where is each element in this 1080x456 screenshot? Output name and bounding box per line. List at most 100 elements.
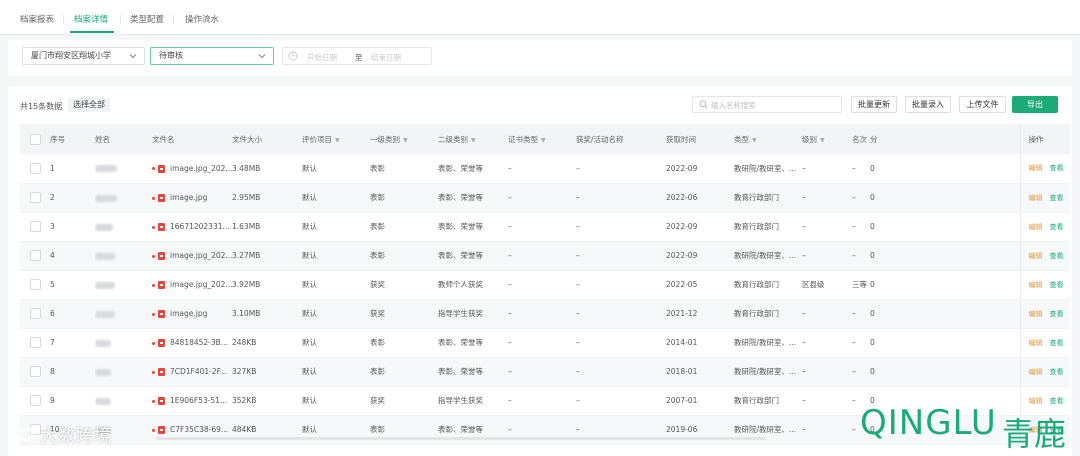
file-name: image.jpg_202... <box>170 251 232 260</box>
tab-type-config[interactable]: 类型配置 <box>130 13 164 25</box>
cell-item: 默认 <box>302 183 370 213</box>
cell-file[interactable]: image.jpg_202... <box>152 241 232 271</box>
cell-file[interactable]: 16671202331... <box>152 212 232 242</box>
table-row[interactable]: 2 image.jpg 2.95MB 默认 表彰 表彰、荣誉等 – – 2022… <box>20 183 1070 213</box>
col-header-actions: 操作 <box>1019 124 1070 154</box>
cell-score: 0 <box>870 299 1020 329</box>
row-action-view[interactable]: 查看 <box>1050 310 1064 318</box>
row-action-edit[interactable]: 编辑 <box>1029 397 1043 405</box>
cell-score: 0 <box>870 357 1020 387</box>
upload-file-button[interactable]: 上传文件 <box>959 96 1006 113</box>
row-action-edit[interactable]: 编辑 <box>1029 252 1043 260</box>
tab-archive-report[interactable]: 档案报表 <box>20 13 54 25</box>
table-row[interactable]: 5 image.jpg_202... 3.92MB 默认 获奖 教师个人获奖 –… <box>20 270 1070 300</box>
cell-rank: – <box>852 154 870 184</box>
cell-file[interactable]: image.jpg_202... <box>152 270 232 300</box>
cell-cat1: 获奖 <box>370 270 438 300</box>
col-header-sortable[interactable]: 评价项目 ▼ <box>302 124 370 154</box>
row-action-view[interactable]: 查看 <box>1050 252 1064 260</box>
search-input[interactable]: 输入名称搜索 <box>692 96 842 113</box>
row-action-edit[interactable]: 编辑 <box>1029 164 1043 172</box>
cell-actions: 编辑查看下载归档驳回 <box>1019 212 1070 242</box>
row-action-view[interactable]: 查看 <box>1050 368 1064 376</box>
cell-cat2: 指导学生获奖 <box>438 299 508 329</box>
row-checkbox[interactable] <box>30 395 41 406</box>
end-date-input[interactable]: 结束日期 <box>371 52 401 63</box>
row-checkbox-cell <box>20 386 50 416</box>
select-all-button[interactable]: 选择全部 <box>68 98 110 112</box>
tab-operation-log[interactable]: 操作流水 <box>185 13 219 25</box>
row-checkbox[interactable] <box>30 279 41 290</box>
table-row[interactable]: 1 image.jpg_202... 3.48MB 默认 表彰 表彰、荣誉等 –… <box>20 154 1070 184</box>
cell-no: 8 <box>50 357 95 387</box>
col-header-sortable[interactable]: 一级类别 ▼ <box>370 124 438 154</box>
row-action-edit[interactable]: 编辑 <box>1029 194 1043 202</box>
row-checkbox[interactable] <box>30 337 41 348</box>
cell-level: – <box>802 299 852 329</box>
table-row[interactable]: 4 image.jpg_202... 3.27MB 默认 表彰 表彰、荣誉等 –… <box>20 241 1070 271</box>
cell-cert: – <box>508 241 576 271</box>
table-row[interactable]: 6 image.jpg 3.10MB 默认 获奖 指导学生获奖 – – 2021… <box>20 299 1070 329</box>
row-action-edit[interactable]: 编辑 <box>1029 310 1043 318</box>
row-action-edit[interactable]: 编辑 <box>1029 281 1043 289</box>
row-checkbox[interactable] <box>30 250 41 261</box>
cell-cat2: 表彰、荣誉等 <box>438 154 508 184</box>
cell-file[interactable]: image.jpg_202... <box>152 154 232 184</box>
row-action-edit[interactable]: 编辑 <box>1029 368 1043 376</box>
search-icon <box>699 100 708 109</box>
table-row[interactable]: 7 84818452-3B... 248KB 默认 表彰 表彰、荣誉等 – – … <box>20 328 1070 358</box>
table-row[interactable]: 3 16671202331... 1.63MB 默认 表彰 表彰、荣誉等 – –… <box>20 212 1070 242</box>
row-checkbox[interactable] <box>30 192 41 203</box>
cell-name <box>95 299 152 329</box>
cell-file[interactable]: 84818452-3B... <box>152 328 232 358</box>
cell-file[interactable]: image.jpg <box>152 183 232 213</box>
row-action-view[interactable]: 查看 <box>1050 339 1064 347</box>
cell-size: 248KB <box>232 328 302 358</box>
cell-time: 2022-09 <box>666 212 734 242</box>
cell-time: 2022-09 <box>666 154 734 184</box>
tab-archive-detail[interactable]: 档案详情 <box>74 13 108 25</box>
file-name: 7CD1F401-2F... <box>170 367 227 376</box>
row-checkbox[interactable] <box>30 162 41 174</box>
export-button[interactable]: 导出 <box>1012 96 1058 113</box>
tab-divider <box>120 15 121 24</box>
horizontal-scrollbar[interactable] <box>156 437 766 440</box>
cell-score: 0 <box>870 183 1020 213</box>
col-header-sortable[interactable]: 二级类别 ▼ <box>438 124 508 154</box>
cell-cat2: 表彰、荣誉等 <box>438 241 508 271</box>
cell-item: 默认 <box>302 357 370 387</box>
row-checkbox[interactable] <box>30 308 41 319</box>
col-header-sortable[interactable]: 类型 ▼ <box>734 124 802 154</box>
blurred-name <box>95 252 115 260</box>
col-header-sortable[interactable]: 级别 ▼ <box>802 124 852 154</box>
row-action-view[interactable]: 查看 <box>1050 281 1064 289</box>
row-checkbox[interactable] <box>30 221 41 232</box>
table-row[interactable]: 8 7CD1F401-2F... 327KB 默认 表彰 表彰、荣誉等 – – … <box>20 357 1070 387</box>
start-date-input[interactable]: 开始日期 <box>307 52 337 63</box>
select-all-checkbox[interactable] <box>30 133 41 145</box>
cell-level: – <box>802 415 852 445</box>
batch-update-button[interactable]: 批量更新 <box>851 96 897 113</box>
cell-cert: – <box>508 212 576 242</box>
cell-rank: – <box>852 183 870 213</box>
date-range-picker[interactable]: 开始日期 至 结束日期 <box>282 47 432 65</box>
cell-file[interactable]: image.jpg <box>152 299 232 329</box>
col-header-sortable[interactable]: 名次▼ <box>852 124 870 154</box>
row-checkbox[interactable] <box>30 366 41 377</box>
cell-file[interactable]: 7CD1F401-2F... <box>152 357 232 387</box>
row-action-edit[interactable]: 编辑 <box>1029 223 1043 231</box>
row-action-view[interactable]: 查看 <box>1050 164 1064 172</box>
row-checkbox-cell <box>20 328 50 358</box>
school-select[interactable]: 厦门市翔安区翔城小学 <box>22 47 145 65</box>
cell-score: 0 <box>870 154 1020 184</box>
row-checkbox-cell <box>20 241 50 271</box>
row-action-view[interactable]: 查看 <box>1050 223 1064 231</box>
batch-import-button[interactable]: 批量录入 <box>905 96 951 113</box>
row-action-view[interactable]: 查看 <box>1050 194 1064 202</box>
cell-level: – <box>802 154 852 184</box>
row-action-edit[interactable]: 编辑 <box>1029 339 1043 347</box>
col-header-sortable[interactable]: 证书类型 ▼ <box>508 124 576 154</box>
row-action-view[interactable]: 查看 <box>1050 397 1064 405</box>
status-select[interactable]: 待审核 <box>150 47 274 65</box>
cell-file[interactable]: 1E906F53-51... <box>152 386 232 416</box>
